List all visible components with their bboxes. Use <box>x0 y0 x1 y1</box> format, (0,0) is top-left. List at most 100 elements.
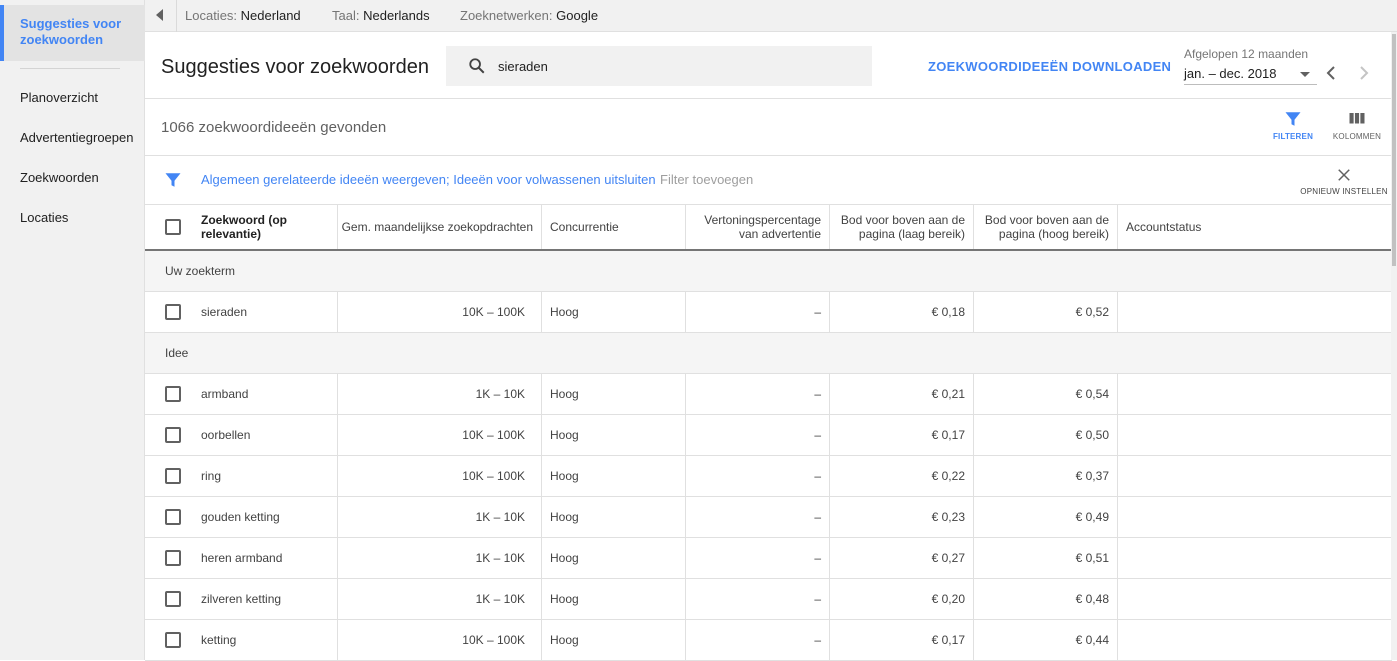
row-checkbox[interactable] <box>165 427 181 443</box>
date-range-label: Afgelopen 12 maanden <box>1184 47 1309 61</box>
account-status-cell <box>1117 374 1392 414</box>
locations-key: Locaties: <box>185 8 238 23</box>
keyword-cell: sieraden <box>201 305 248 319</box>
date-range-value: jan. – dec. 2018 <box>1184 66 1277 81</box>
keyword-cell: armband <box>201 387 249 401</box>
chevron-right-icon[interactable] <box>1356 64 1372 82</box>
caret-down-icon <box>1300 72 1310 77</box>
table-row: heren armband 1K – 10K Hoog – € 0,27 € 0… <box>145 538 1392 579</box>
searches-cell: 1K – 10K <box>337 497 541 537</box>
checkbox-cell <box>145 374 201 414</box>
sidebar-item-label: Suggesties voor zoekwoorden <box>20 16 122 47</box>
table-row: sieraden 10K – 100K Hoog – € 0,18 € 0,52 <box>145 292 1392 333</box>
impression-share-cell: – <box>685 374 829 414</box>
table-row: oorbellen 10K – 100K Hoog – € 0,17 € 0,5… <box>145 415 1392 456</box>
row-checkbox[interactable] <box>165 591 181 607</box>
account-status-cell <box>1117 292 1392 332</box>
sidebar: Suggesties voor zoekwoorden Planoverzich… <box>0 0 145 660</box>
chevron-left-icon[interactable] <box>1323 64 1339 82</box>
checkbox-cell <box>145 292 201 332</box>
bid-low-cell: € 0,23 <box>829 497 973 537</box>
keyword-cell: gouden ketting <box>201 510 280 524</box>
keyword-cell: ketting <box>201 633 237 647</box>
columns-button[interactable]: KOLOMMEN <box>1327 110 1387 150</box>
bid-high-cell: € 0,54 <box>973 374 1117 414</box>
sidebar-item-keyword-suggestions[interactable]: Suggesties voor zoekwoorden <box>0 5 145 61</box>
table-row: armband 1K – 10K Hoog – € 0,21 € 0,54 <box>145 374 1392 415</box>
bid-low-cell: € 0,21 <box>829 374 973 414</box>
search-icon <box>469 58 485 74</box>
checkbox-cell <box>145 538 201 578</box>
searches-cell: 1K – 10K <box>337 374 541 414</box>
checkbox-cell <box>145 620 201 660</box>
columns-button-label: KOLOMMEN <box>1332 132 1382 141</box>
locations-setting[interactable]: Locaties: Nederland <box>185 8 301 23</box>
filter-button-label: FILTEREN <box>1272 132 1314 141</box>
header-avg-monthly-searches[interactable]: Gem. maandelijkse zoekopdrachten <box>337 205 541 249</box>
reset-filters-label: OPNIEUW INSTELLEN <box>1300 187 1388 196</box>
download-keyword-ideas-button[interactable]: ZOEKWOORDIDEEËN DOWNLOADEN <box>928 59 1171 74</box>
columns-icon <box>1349 113 1365 124</box>
impression-share-cell: – <box>685 620 829 660</box>
bid-low-cell: € 0,20 <box>829 579 973 619</box>
header-impression-share[interactable]: Vertoningspercentage van advertentie <box>685 205 829 249</box>
row-checkbox[interactable] <box>165 509 181 525</box>
table-header: Zoekwoord (op relevantie) Gem. maandelij… <box>145 205 1392 251</box>
searches-cell: 10K – 100K <box>337 620 541 660</box>
header-bid-low[interactable]: Bod voor boven aan de pagina (laag berei… <box>829 205 973 249</box>
date-range-select[interactable]: jan. – dec. 2018 <box>1184 63 1317 85</box>
bid-high-cell: € 0,48 <box>973 579 1117 619</box>
row-checkbox[interactable] <box>165 550 181 566</box>
sidebar-item-locations[interactable]: Locaties <box>20 210 68 225</box>
account-status-cell <box>1117 415 1392 455</box>
keyword-cell: heren armband <box>201 551 283 565</box>
scrollbar-thumb[interactable] <box>1392 34 1396 266</box>
account-status-cell <box>1117 497 1392 537</box>
bid-low-cell: € 0,27 <box>829 538 973 578</box>
row-checkbox[interactable] <box>165 632 181 648</box>
filter-button[interactable]: FILTEREN <box>1263 110 1323 150</box>
header-account-status[interactable]: Accountstatus <box>1117 205 1392 249</box>
table-row: ring 10K – 100K Hoog – € 0,22 € 0,37 <box>145 456 1392 497</box>
row-checkbox[interactable] <box>165 386 181 402</box>
header-keyword[interactable]: Zoekwoord (op relevantie) <box>201 205 337 249</box>
checkbox-cell <box>145 456 201 496</box>
language-setting[interactable]: Taal: Nederlands <box>332 8 430 23</box>
bid-low-cell: € 0,18 <box>829 292 973 332</box>
networks-value: Google <box>556 8 599 23</box>
row-checkbox[interactable] <box>165 468 181 484</box>
select-all-cell <box>145 205 201 249</box>
competition-cell: Hoog <box>541 620 685 660</box>
searches-cell: 1K – 10K <box>337 538 541 578</box>
sidebar-item-keywords[interactable]: Zoekwoorden <box>20 170 99 185</box>
header-bid-high[interactable]: Bod voor boven aan de pagina (hoog berei… <box>973 205 1117 249</box>
searches-cell: 10K – 100K <box>337 292 541 332</box>
searches-cell: 10K – 100K <box>337 415 541 455</box>
account-status-cell <box>1117 456 1392 496</box>
reset-filters-button[interactable]: OPNIEUW INSTELLEN <box>1300 166 1388 206</box>
competition-cell: Hoog <box>541 456 685 496</box>
competition-cell: Hoog <box>541 415 685 455</box>
header-competition[interactable]: Concurrentie <box>541 205 685 249</box>
bid-high-cell: € 0,52 <box>973 292 1117 332</box>
keyword-ideas-table: Zoekwoord (op relevantie) Gem. maandelij… <box>145 205 1392 661</box>
add-filter-input[interactable]: Filter toevoegen <box>660 172 753 187</box>
row-checkbox[interactable] <box>165 304 181 320</box>
locations-value: Nederland <box>240 8 301 23</box>
divider <box>145 98 1392 99</box>
collapse-button[interactable] <box>145 0 177 32</box>
funnel-icon <box>165 173 181 187</box>
vertical-scrollbar[interactable] <box>1391 32 1397 660</box>
search-input[interactable] <box>498 56 858 76</box>
competition-cell: Hoog <box>541 292 685 332</box>
sidebar-item-ad-groups[interactable]: Advertentiegroepen <box>20 130 133 145</box>
networks-key: Zoeknetwerken: <box>460 8 553 23</box>
sidebar-item-plan-overview[interactable]: Planoverzicht <box>20 90 98 105</box>
search-networks-setting[interactable]: Zoeknetwerken: Google <box>460 8 598 23</box>
checkbox-cell <box>145 415 201 455</box>
keyword-search-box[interactable] <box>446 46 872 86</box>
impression-share-cell: – <box>685 497 829 537</box>
impression-share-cell: – <box>685 456 829 496</box>
active-filters-link[interactable]: Algemeen gerelateerde ideeën weergeven; … <box>201 172 656 187</box>
select-all-checkbox[interactable] <box>165 219 181 235</box>
